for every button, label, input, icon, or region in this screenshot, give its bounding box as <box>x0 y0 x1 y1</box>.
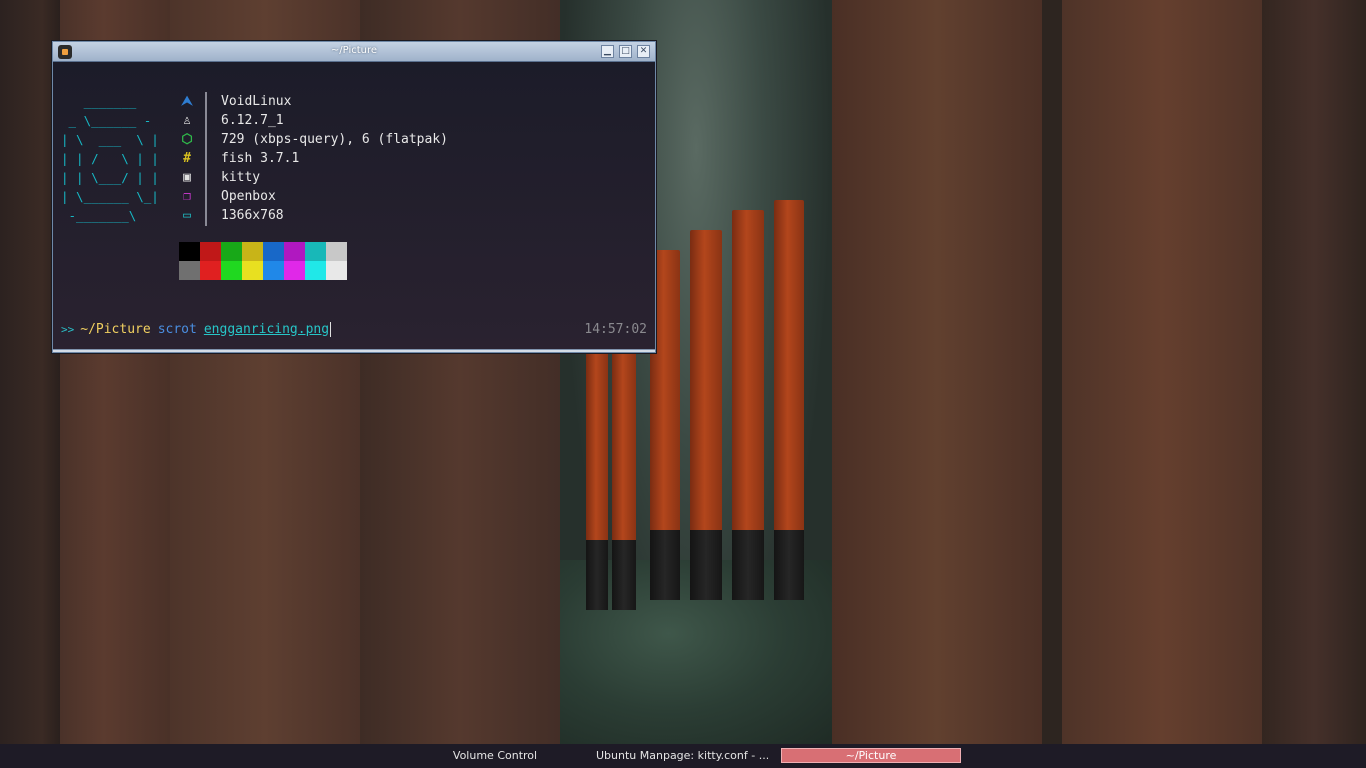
color-swatch <box>221 242 242 261</box>
fetch-row-text: kitty <box>221 170 261 185</box>
wallpaper-torii-post <box>690 230 722 600</box>
color-swatch <box>242 242 263 261</box>
fetch-row: ⬡ 729 (xbps-query), 6 (flatpak) <box>179 130 448 149</box>
shell-prompt-line[interactable]: >> ~/Picture scrot engganricing.png 14:5… <box>61 320 647 338</box>
taskbar-item-volume-control[interactable]: Volume Control <box>436 748 554 763</box>
ascii-logo-line: -_______\ <box>61 208 137 223</box>
void-ascii-logo: _______ _ \______ - | \ ___ \ | | | / \ | … <box>61 92 159 225</box>
fetch-row: ▭ 1366x768 <box>179 206 448 225</box>
wallpaper-pillar <box>1262 0 1366 744</box>
terminal-content[interactable]: _______ _ \______ - | \ ___ \ | | | / \ | … <box>53 62 655 352</box>
wallpaper-torii-post <box>774 200 804 600</box>
ascii-logo-line: | | / \ | | <box>61 151 159 166</box>
wallpaper-pillar <box>0 0 60 744</box>
ascii-logo-line: | \______ \_| <box>61 189 159 204</box>
text-cursor <box>330 321 332 337</box>
prompt-directory: ~/Picture <box>80 321 151 337</box>
color-swatch <box>305 242 326 261</box>
windows-stack-icon: ❐ <box>183 189 191 204</box>
color-swatch <box>263 261 284 280</box>
arch-logo-icon: ⮝ <box>181 94 193 109</box>
prompt-command: scrot <box>157 321 197 337</box>
fetch-row-text: 1366x768 <box>221 208 284 223</box>
terminal-prompt-icon: ▣ <box>183 170 191 185</box>
fetch-row: ▣ kitty <box>179 168 448 187</box>
prompt-argument: engganricing.png <box>203 321 330 337</box>
package-cube-icon: ⬡ <box>181 132 193 147</box>
fetch-info: ⮝ VoidLinux ♙ 6.12.7_1 ⬡ 729 (xbps-query), 6 … <box>179 92 448 225</box>
palette-row-bright <box>179 261 347 280</box>
window-bottom-handle[interactable] <box>53 349 655 352</box>
color-swatch <box>200 261 221 280</box>
ascii-logo-line: | | \___/ | | <box>61 170 159 185</box>
color-swatch <box>305 261 326 280</box>
color-swatch <box>284 242 305 261</box>
window-title: ~/Picture <box>330 45 378 56</box>
color-swatch <box>326 242 347 261</box>
color-swatch <box>200 242 221 261</box>
color-swatch <box>179 242 200 261</box>
fetch-row: ❐ Openbox <box>179 187 448 206</box>
color-palette <box>179 242 347 280</box>
color-swatch <box>221 261 242 280</box>
terminal-window[interactable]: ~/Picture ▁ □ ✕ _______ _ \______ - | \ _… <box>52 41 656 353</box>
wallpaper-torii-post <box>612 320 636 610</box>
fetch-row-text: VoidLinux <box>221 94 292 109</box>
wallpaper-pillar <box>1062 0 1262 744</box>
fetch-row-text: 729 (xbps-query), 6 (flatpak) <box>221 132 448 147</box>
ascii-logo-line: _ \______ - <box>61 113 152 128</box>
prompt-time: 14:57:02 <box>584 321 647 337</box>
fetch-row-text: 6.12.7_1 <box>221 113 284 128</box>
fetch-row-text: fish 3.7.1 <box>221 151 300 166</box>
color-swatch <box>179 261 200 280</box>
taskbar-item-manpage[interactable]: Ubuntu Manpage: kitty.conf - ... <box>596 748 768 763</box>
linux-tux-icon: ♙ <box>183 113 191 128</box>
ascii-logo-line: | \ ___ \ | <box>61 132 159 147</box>
taskbar-item-terminal[interactable]: ~/Picture <box>781 748 961 763</box>
hash-shell-icon: # <box>183 151 191 166</box>
wallpaper-pillar <box>1042 0 1062 744</box>
color-swatch <box>242 261 263 280</box>
window-titlebar[interactable]: ~/Picture ▁ □ ✕ <box>53 42 655 62</box>
prompt-arrows: >> <box>61 322 75 336</box>
minimize-button[interactable]: ▁ <box>601 45 614 58</box>
monitor-icon: ▭ <box>183 208 191 223</box>
ascii-logo-line: _______ <box>61 94 137 109</box>
color-swatch <box>284 261 305 280</box>
taskbar: Volume Control Ubuntu Manpage: kitty.con… <box>0 744 1366 768</box>
maximize-button[interactable]: □ <box>619 45 632 58</box>
fetch-row: # fish 3.7.1 <box>179 149 448 168</box>
color-swatch <box>326 261 347 280</box>
fetch-row-text: Openbox <box>221 189 276 204</box>
wallpaper-torii-post <box>586 350 608 610</box>
fetch-row: ⮝ VoidLinux <box>179 92 448 111</box>
color-swatch <box>263 242 284 261</box>
palette-row-normal <box>179 242 347 261</box>
close-button[interactable]: ✕ <box>637 45 650 58</box>
fetch-row: ♙ 6.12.7_1 <box>179 111 448 130</box>
wallpaper-torii-post <box>732 210 764 600</box>
wallpaper-pillar <box>832 0 1042 744</box>
